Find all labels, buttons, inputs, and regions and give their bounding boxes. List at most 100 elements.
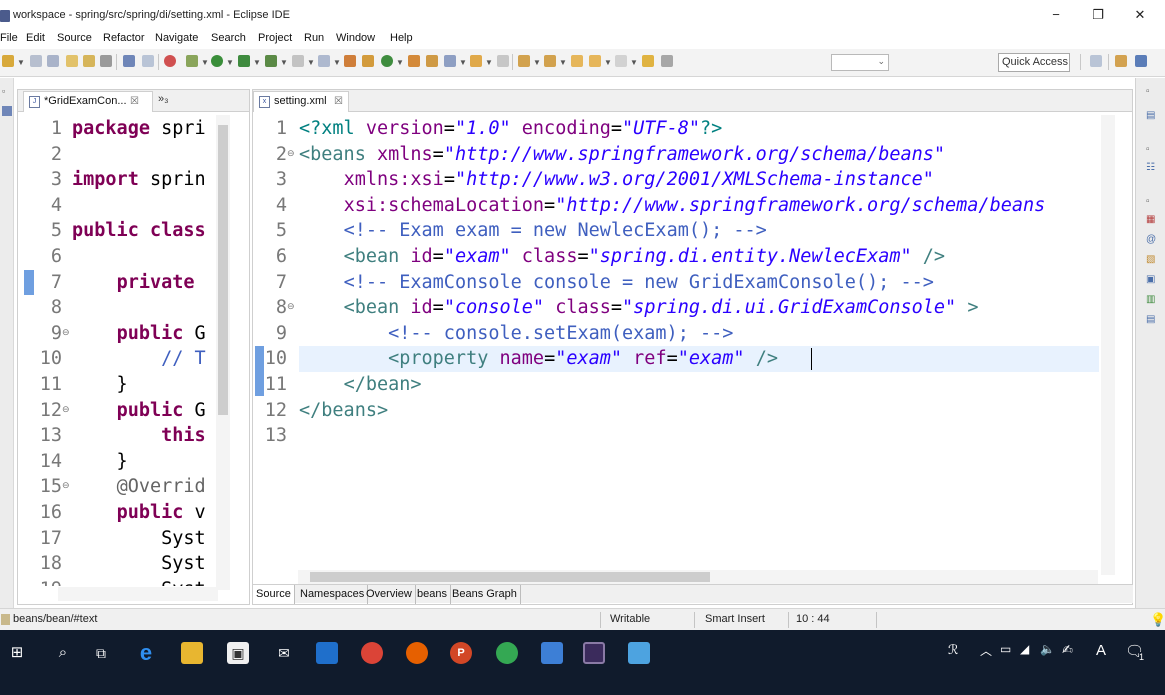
save-all-icon[interactable]: [47, 55, 59, 67]
edit-icon[interactable]: [444, 55, 456, 67]
profile-dropdown-icon[interactable]: ▼: [280, 58, 288, 67]
scroll-thumb[interactable]: [310, 572, 710, 582]
eclipse-taskbar-icon[interactable]: [583, 642, 605, 664]
run-dropdown-icon[interactable]: ▼: [226, 58, 234, 67]
close-button[interactable]: ✕: [1120, 2, 1160, 28]
fold-marker-icon[interactable]: ⊖: [287, 301, 295, 312]
previous-annotation-dropdown-icon[interactable]: ▼: [559, 58, 567, 67]
java-horizontal-scrollbar[interactable]: [58, 587, 218, 601]
server-icon[interactable]: [318, 55, 330, 67]
new-java-project-icon[interactable]: [344, 55, 356, 67]
server-dropdown-icon[interactable]: ▼: [333, 58, 341, 67]
volume-icon[interactable]: 🔈: [1040, 642, 1055, 656]
restore-icon[interactable]: ▫: [1146, 86, 1157, 97]
people-icon[interactable]: ℛ: [948, 642, 958, 658]
network-icon[interactable]: ▭: [1000, 642, 1011, 656]
terminal-icon[interactable]: [123, 55, 135, 67]
new-class-icon[interactable]: [381, 55, 393, 67]
tab-overflow-icon[interactable]: »₃: [158, 93, 169, 105]
back-dropdown-icon[interactable]: ▼: [604, 58, 612, 67]
notepad-icon[interactable]: [628, 642, 650, 664]
tab-beans-graph[interactable]: Beans Graph: [449, 585, 521, 604]
pin-editor-icon[interactable]: [642, 55, 654, 67]
restore-icon[interactable]: ▫: [1146, 196, 1157, 207]
menu-search[interactable]: Search: [211, 32, 246, 44]
menu-refactor[interactable]: Refactor: [103, 32, 145, 44]
fold-marker-icon[interactable]: ⊖: [287, 148, 295, 159]
powerpoint-icon[interactable]: P: [450, 642, 472, 664]
external-tools-icon[interactable]: [186, 55, 198, 67]
task-view-icon[interactable]: ⧉: [90, 642, 112, 664]
file-explorer-icon[interactable]: [181, 642, 203, 664]
annotation-dropdown-icon[interactable]: ▼: [485, 58, 493, 67]
pen-icon[interactable]: ✍: [1062, 642, 1073, 658]
menu-edit[interactable]: Edit: [26, 32, 45, 44]
tab-beans[interactable]: beans: [414, 585, 451, 604]
store-icon[interactable]: ▣: [227, 642, 249, 664]
skip-breakpoints-icon[interactable]: [142, 55, 154, 67]
grid-icon[interactable]: [661, 55, 673, 67]
stop-icon[interactable]: [292, 55, 304, 67]
windows-start-icon[interactable]: ⊞: [6, 642, 28, 664]
tab-overview[interactable]: Overview: [363, 585, 416, 604]
network-app-icon[interactable]: [316, 642, 338, 664]
java-ee-perspective-icon[interactable]: [1115, 55, 1127, 67]
battery-icon[interactable]: ◢: [1020, 642, 1029, 656]
profile-icon[interactable]: [265, 55, 277, 67]
menu-project[interactable]: Project: [258, 32, 292, 44]
lightbulb-icon[interactable]: 💡: [1150, 612, 1165, 628]
search-icon[interactable]: [100, 55, 112, 67]
back-icon[interactable]: [589, 55, 601, 67]
next-annotation-icon[interactable]: [518, 55, 530, 67]
close-icon[interactable]: ☒: [334, 92, 343, 111]
restore-icon[interactable]: ▫: [2, 86, 12, 96]
menu-window[interactable]: Window: [336, 32, 375, 44]
last-edit-icon[interactable]: [571, 55, 583, 67]
previous-annotation-icon[interactable]: [544, 55, 556, 67]
close-icon[interactable]: ☒: [130, 92, 139, 111]
open-resource-icon[interactable]: [83, 55, 95, 67]
quick-access-input[interactable]: Quick Access: [998, 53, 1070, 72]
java-perspective-icon[interactable]: [1135, 55, 1147, 67]
remote-desktop-icon[interactable]: [541, 642, 563, 664]
coverage-icon[interactable]: [238, 55, 250, 67]
new-package-icon[interactable]: [362, 55, 374, 67]
tab-source[interactable]: Source: [253, 585, 295, 604]
tab-grid-exam-console[interactable]: J *GridExamCon... ☒: [23, 91, 153, 112]
stop-dropdown-icon[interactable]: ▼: [307, 58, 315, 67]
open-folder-icon[interactable]: [426, 55, 438, 67]
task-list-icon[interactable]: ▤: [1146, 110, 1157, 121]
run-icon[interactable]: [211, 55, 223, 67]
menu-file[interactable]: File: [0, 32, 18, 44]
toggle-mark-icon[interactable]: [497, 55, 509, 67]
package-explorer-icon[interactable]: [2, 106, 12, 116]
edge-browser-icon[interactable]: e: [135, 642, 157, 664]
scroll-thumb[interactable]: [218, 125, 228, 415]
firefox-icon[interactable]: [406, 642, 428, 664]
outline-icon[interactable]: ☷: [1146, 162, 1157, 173]
fold-marker-icon[interactable]: ⊖: [62, 327, 70, 338]
fold-marker-icon[interactable]: ⊖: [62, 404, 70, 415]
open-task-icon[interactable]: [408, 55, 420, 67]
menu-source[interactable]: Source: [57, 32, 92, 44]
chevron-up-icon[interactable]: ︿: [980, 642, 992, 659]
annotation-icon[interactable]: [470, 55, 482, 67]
xml-code-area[interactable]: 1 <?xml version="1.0" encoding="UTF-8"?> 2…: [253, 116, 1099, 568]
xml-vertical-scrollbar[interactable]: [1101, 115, 1115, 575]
restore-icon[interactable]: ▫: [1146, 144, 1157, 155]
maximize-button[interactable]: ❐: [1078, 2, 1118, 28]
save-icon[interactable]: [30, 55, 42, 67]
servers-icon[interactable]: ▥: [1146, 294, 1157, 305]
java-code-area[interactable]: 1 package spri 2 3 import sprin 4 5 public clas…: [18, 116, 214, 586]
search-icon[interactable]: ⌕: [52, 642, 74, 664]
new-icon[interactable]: [2, 55, 14, 67]
xml-horizontal-scrollbar[interactable]: [298, 570, 1098, 584]
zoom-combo[interactable]: ⌄: [831, 54, 889, 71]
chrome-icon[interactable]: [361, 642, 383, 664]
java-vertical-scrollbar[interactable]: [216, 115, 230, 590]
fold-marker-icon[interactable]: ⊖: [62, 480, 70, 491]
forward-icon[interactable]: [615, 55, 627, 67]
menu-run[interactable]: Run: [304, 32, 324, 44]
open-perspective-icon[interactable]: [1090, 55, 1102, 67]
javadoc-icon[interactable]: @: [1146, 234, 1157, 245]
